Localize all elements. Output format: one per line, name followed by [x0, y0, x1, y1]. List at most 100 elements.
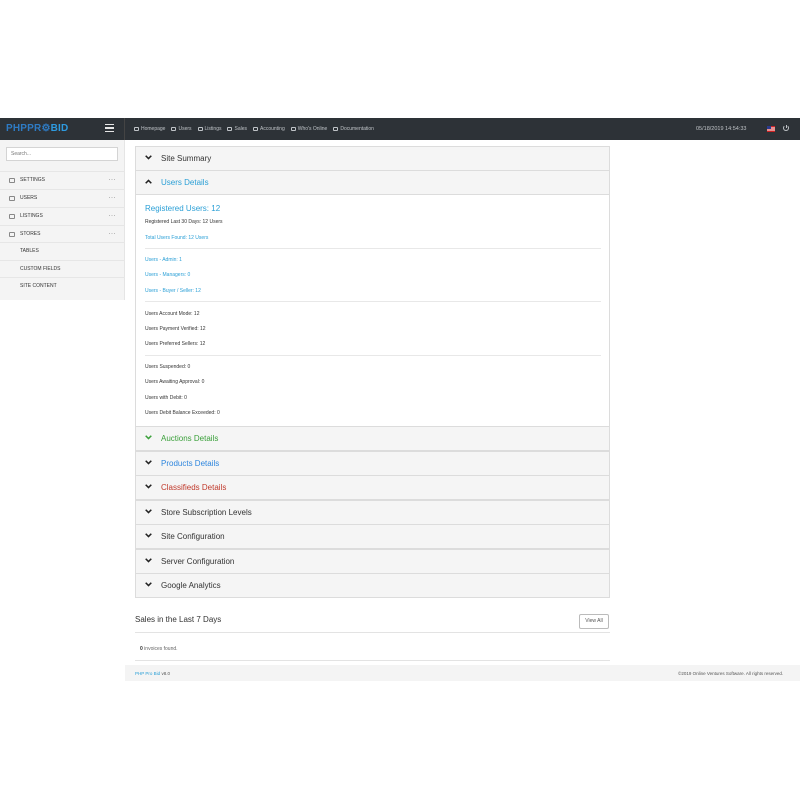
nav-sales[interactable]: Sales — [227, 126, 247, 132]
chevron-down-icon — [145, 484, 152, 491]
layers-icon — [9, 213, 15, 219]
search-input[interactable]: Search... — [6, 147, 118, 161]
chevron-up-icon — [145, 179, 152, 186]
footer-version: v8.0 — [161, 671, 170, 676]
brand-php: PHP — [6, 123, 28, 134]
accordion-title: Site Configuration — [161, 532, 225, 541]
sidebar-item-tables[interactable]: TABLES — [0, 242, 125, 259]
nav-users-label: Users — [178, 126, 192, 132]
brand-bid: BID — [50, 123, 69, 134]
footer-product-link[interactable]: PHP Pro Bid — [135, 671, 160, 676]
top-nav: Homepage Users Listings Sales Accounting… — [134, 118, 374, 140]
accordion-title: Classifieds Details — [161, 483, 227, 492]
hamburger-menu-icon[interactable] — [105, 124, 114, 133]
nav-listings[interactable]: Listings — [197, 126, 222, 132]
chevron-down-icon — [145, 155, 152, 162]
users-icon — [9, 195, 15, 201]
accordion-title: Users Details — [161, 178, 209, 187]
sidebar-item-listings[interactable]: LISTINGS ··· — [0, 207, 125, 224]
users-account-mode: Users Account Mode: 12 — [145, 311, 200, 317]
invoices-found-text: 0 invoices found. — [140, 646, 178, 652]
users-with-debit: Users with Debit: 0 — [145, 395, 187, 401]
chevron-down-icon — [145, 509, 152, 516]
sidebar-item-custom-fields[interactable]: CUSTOM FIELDS — [0, 260, 125, 277]
nav-whos-online-label: Who's Online — [297, 126, 328, 132]
invoice-count: 0 — [140, 646, 143, 652]
chevron-down-icon — [145, 582, 152, 589]
users-suspended: Users Suspended: 0 — [145, 364, 191, 370]
chevron-down-icon — [145, 533, 152, 540]
sidebar-item-settings[interactable]: SETTINGS ··· — [0, 171, 125, 188]
nav-listings-label: Listings — [204, 126, 222, 132]
chevron-down-icon — [145, 558, 152, 565]
store-icon — [9, 231, 15, 237]
nav-homepage[interactable]: Homepage — [134, 126, 165, 132]
brand-pro: PR — [27, 123, 42, 134]
sidebar-item-label: LISTINGS — [20, 213, 43, 219]
accordion-site-configuration[interactable]: Site Configuration — [135, 524, 610, 549]
us-flag-icon[interactable] — [767, 126, 775, 132]
more-icon[interactable]: ··· — [109, 231, 117, 237]
users-debit-exceeded: Users Debit Balance Exceeded: 0 — [145, 410, 220, 416]
sidebar-item-users[interactable]: USERS ··· — [0, 189, 125, 206]
nav-documentation-label: Documentation — [340, 126, 374, 132]
datetime: 05/18/2019 14:54:33 — [696, 126, 747, 132]
divider — [145, 248, 601, 249]
accordion-title: Server Configuration — [161, 557, 235, 566]
accordion-title: Store Subscription Levels — [161, 508, 252, 517]
nav-accounting-label: Accounting — [260, 126, 285, 132]
more-icon[interactable]: ··· — [109, 213, 117, 219]
accordion-title: Products Details — [161, 459, 220, 468]
sidebar-item-label: CUSTOM FIELDS — [20, 266, 61, 272]
accordion-auctions-details[interactable]: Auctions Details — [135, 426, 610, 451]
invoices-found-label: invoices found. — [144, 646, 178, 652]
people-icon — [290, 127, 296, 131]
sidebar-item-site-content[interactable]: SITE CONTENT — [0, 277, 125, 294]
users-details-panel: Registered Users: 12 Registered Last 30 … — [135, 195, 610, 427]
view-all-button[interactable]: View All — [579, 614, 609, 629]
footer-copyright: ©2019 Online Ventures Software. All righ… — [678, 671, 784, 676]
book-icon — [333, 127, 339, 131]
total-users-found-link[interactable]: Total Users Found: 12 Users — [145, 235, 208, 241]
sidebar-item-label: SITE CONTENT — [20, 283, 57, 289]
power-icon[interactable] — [783, 124, 789, 131]
nav-documentation[interactable]: Documentation — [333, 126, 374, 132]
sales-section-title: Sales in the Last 7 Days — [135, 615, 222, 624]
nav-homepage-label: Homepage — [141, 126, 166, 132]
accordion-users-details[interactable]: Users Details — [135, 170, 610, 195]
more-icon[interactable]: ··· — [109, 195, 117, 201]
accordion-site-summary[interactable]: Site Summary — [135, 146, 610, 171]
card-icon — [253, 127, 258, 131]
registered-users-heading[interactable]: Registered Users: 12 — [145, 204, 220, 213]
users-payment-verified: Users Payment Verified: 12 — [145, 326, 206, 332]
accordion-title: Auctions Details — [161, 434, 219, 443]
users-buyer-seller-link[interactable]: Users - Buyer / Seller: 12 — [145, 288, 201, 294]
accordion-google-analytics[interactable]: Google Analytics — [135, 573, 610, 598]
sidebar-item-label: SETTINGS — [20, 177, 46, 183]
topbar-divider — [124, 118, 125, 140]
accordion-title: Google Analytics — [161, 581, 221, 590]
registered-last-30-days: Registered Last 30 Days: 12 Users — [145, 219, 223, 225]
footer-product: PHP Pro Bid v8.0 — [135, 671, 170, 676]
users-preferred-sellers: Users Preferred Sellers: 12 — [145, 341, 206, 347]
nav-whos-online[interactable]: Who's Online — [290, 126, 328, 132]
users-awaiting-approval: Users Awaiting Approval: 0 — [145, 379, 205, 385]
users-admin-link[interactable]: Users - Admin: 1 — [145, 257, 182, 263]
accordion-classifieds-details[interactable]: Classifieds Details — [135, 475, 610, 500]
accordion-products-details[interactable]: Products Details — [135, 451, 610, 476]
users-icon — [171, 127, 177, 131]
brand-logo[interactable]: PHPPR⚙BID — [6, 118, 68, 140]
sidebar-item-label: TABLES — [20, 248, 39, 254]
chevron-down-icon — [145, 435, 152, 442]
more-icon[interactable]: ··· — [109, 177, 117, 183]
users-managers-link[interactable]: Users - Managers: 0 — [145, 272, 190, 278]
sidebar-item-stores[interactable]: STORES ··· — [0, 225, 125, 242]
divider — [145, 301, 601, 302]
settings-icon — [9, 177, 15, 183]
sidebar-item-label: STORES — [20, 231, 41, 237]
accordion-server-configuration[interactable]: Server Configuration — [135, 549, 610, 574]
nav-users[interactable]: Users — [171, 126, 192, 132]
accordion-store-subscription-levels[interactable]: Store Subscription Levels — [135, 500, 610, 525]
nav-accounting[interactable]: Accounting — [253, 126, 285, 132]
layers-icon — [197, 127, 203, 131]
